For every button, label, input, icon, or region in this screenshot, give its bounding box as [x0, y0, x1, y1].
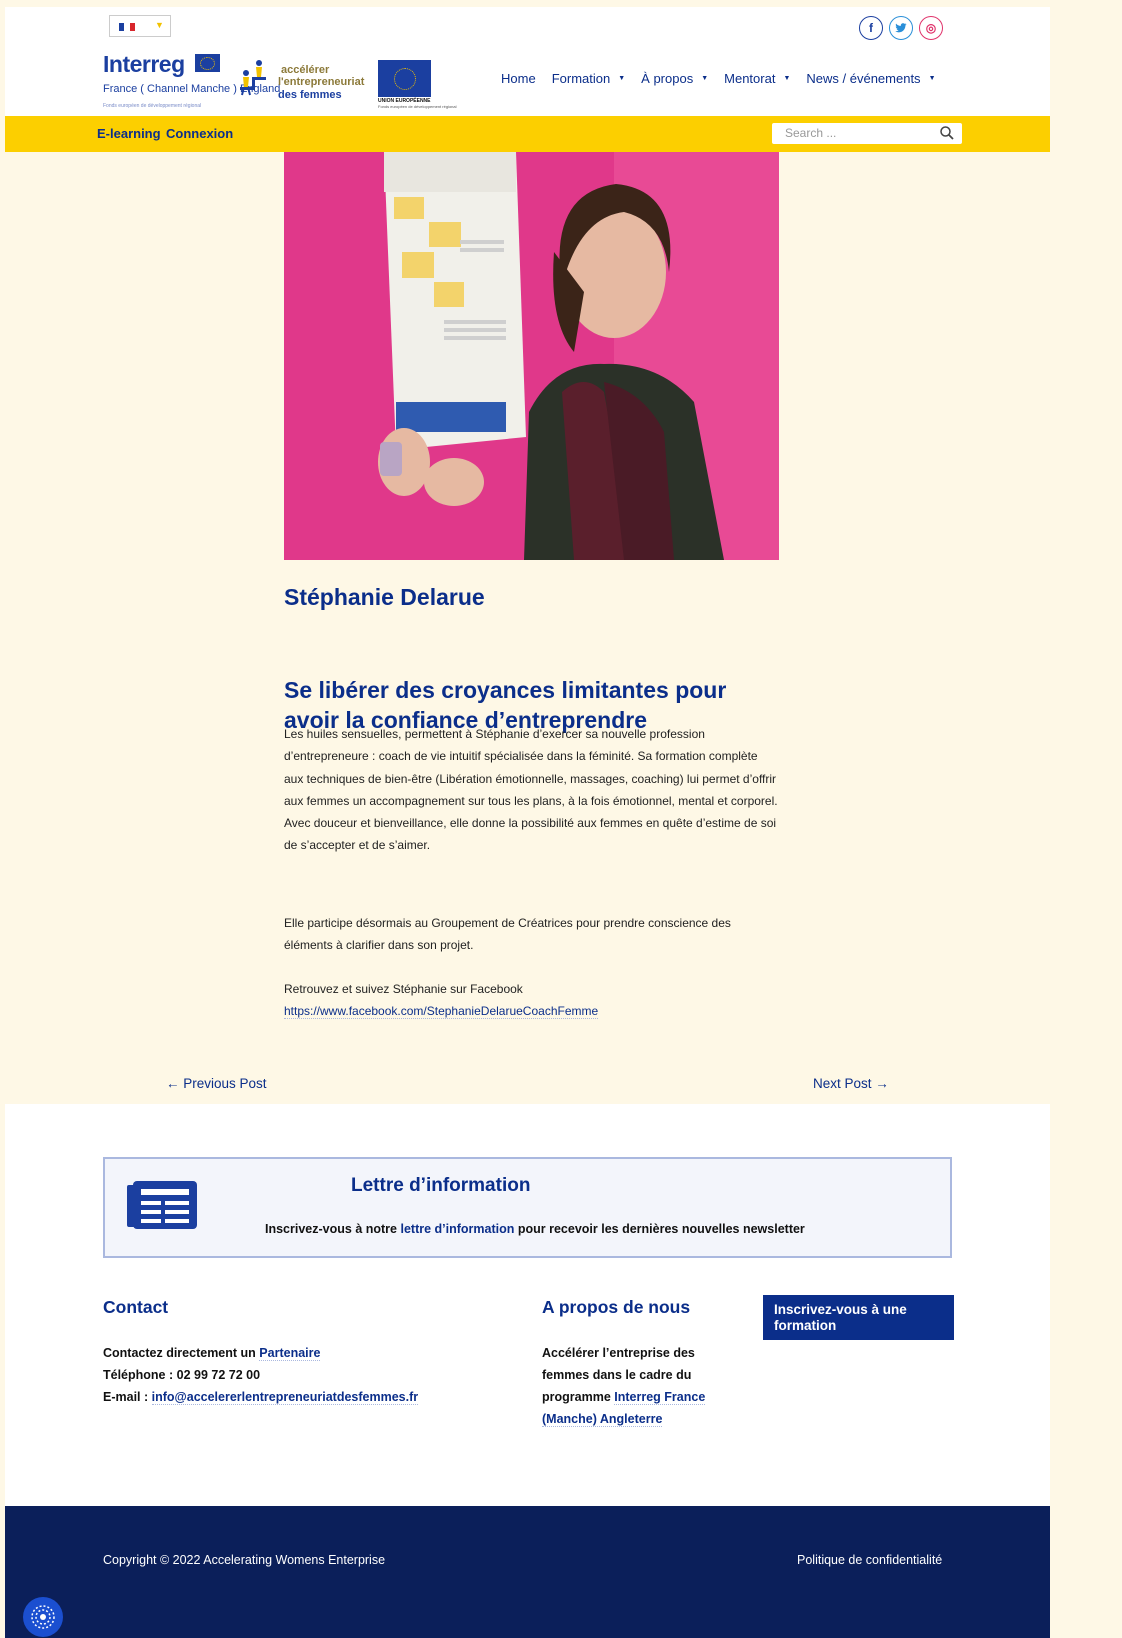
about-line-3: programme Interreg France — [542, 1386, 706, 1408]
interreg-wordmark: Interreg — [103, 51, 185, 77]
site-header: ▼ f ◎ Interreg France ( Channel Manche )… — [5, 7, 1050, 116]
footer-bottom: Copyright © 2022 Accelerating Womens Ent… — [5, 1506, 1050, 1638]
facebook-profile-link[interactable]: https://www.facebook.com/StephanieDelaru… — [284, 1004, 599, 1020]
post-paragraph-1: Les huiles sensuelles, permettent à Stép… — [284, 727, 778, 853]
contact-email-prefix: E-mail : — [103, 1390, 149, 1404]
nav-item-propos[interactable]: À propos ▼ — [641, 71, 708, 86]
nav-item-news-v-nements[interactable]: News / événements ▼ — [806, 71, 935, 86]
accessibility-icon[interactable] — [23, 1597, 63, 1637]
france-flag-icon — [119, 23, 135, 31]
search-icon[interactable] — [939, 125, 955, 141]
instagram-icon[interactable]: ◎ — [919, 16, 943, 40]
interreg-program-link-2[interactable]: (Manche) Angleterre — [542, 1412, 663, 1427]
newsletter-text: Inscrivez-vous à notre lettre d’informat… — [265, 1222, 805, 1236]
newsletter-text-after: pour recevoir les dernières nouvelles ne… — [517, 1222, 805, 1236]
page-frame: ▼ f ◎ Interreg France ( Channel Manche )… — [5, 0, 1050, 1638]
signup-training-button[interactable]: Inscrivez-vous à une formation — [763, 1295, 954, 1340]
aef-line1: accélérer — [281, 64, 330, 76]
portrait-illustration — [284, 152, 779, 560]
interreg-logo[interactable]: Interreg France ( Channel Manche ) Engla… — [103, 51, 280, 109]
featured-image — [284, 152, 779, 560]
interreg-program-link[interactable]: Interreg France — [614, 1390, 706, 1405]
nav-item-home[interactable]: Home — [501, 71, 536, 86]
nav-item-mentorat[interactable]: Mentorat ▼ — [724, 71, 790, 86]
chevron-down-icon: ▼ — [701, 75, 709, 82]
newsletter-box: Lettre d’information Inscrivez-vous à no… — [103, 1157, 952, 1258]
facebook-icon[interactable]: f — [859, 16, 883, 40]
newspaper-icon — [127, 1181, 197, 1229]
ue-logo: UNION EUROPÉENNE Fonds européen de dével… — [378, 60, 457, 110]
about-line-2: femmes dans le cadre du — [542, 1368, 692, 1382]
contact-partner-prefix: Contactez directement un — [103, 1346, 256, 1360]
aef-line3: des femmes — [278, 89, 342, 101]
connexion-link[interactable]: Connexion — [166, 126, 233, 141]
next-post-link[interactable]: Next Post → — [813, 1076, 889, 1091]
ue-subcaption: Fonds européen de développement régional — [378, 104, 457, 109]
search-placeholder: Search ... — [785, 126, 837, 140]
newsletter-link[interactable]: lettre d’information — [400, 1222, 514, 1236]
eu-flag-icon — [378, 60, 431, 97]
main-nav: Home Formation ▼ À propos ▼ Mentorat ▼ News / é… — [501, 71, 952, 86]
email-link[interactable]: info@accelererlentrepreneuriatdesfemmes.… — [151, 1390, 419, 1405]
post-paragraph-3: Retrouvez et suivez Stéphanie sur Facebo… — [284, 978, 779, 1023]
newsletter-text-before: Inscrivez-vous à notre — [265, 1222, 397, 1236]
about-program-prefix: programme — [542, 1390, 611, 1404]
post-paragraph-2: Elle participe désormais au Groupement d… — [284, 916, 731, 953]
contact-title: Contact — [103, 1297, 169, 1317]
aef-logo[interactable]: accélérer l'entrepreneuriat des femmes — [238, 51, 368, 111]
language-selector[interactable]: ▼ — [109, 15, 171, 37]
contact-email-line: E-mail : info@accelererlentrepreneuriatd… — [103, 1386, 419, 1408]
footer-widgets: Lettre d’information Inscrivez-vous à no… — [5, 1104, 1050, 1506]
elearning-link[interactable]: E-learning — [97, 126, 161, 141]
about-title: A propos de nous — [542, 1297, 691, 1317]
nav-item-label: Mentorat — [724, 71, 776, 86]
nav-item-formation[interactable]: Formation ▼ — [552, 71, 625, 86]
women-figures-icon — [240, 60, 266, 96]
nav-item-label: Formation — [551, 71, 611, 86]
search-input[interactable]: Search ... — [772, 123, 962, 144]
aef-line2: l'entrepreneuriat — [278, 76, 365, 88]
chevron-down-icon: ▼ — [928, 75, 936, 82]
post-title: Stéphanie Delarue — [284, 584, 485, 610]
chevron-down-icon: ▼ — [155, 20, 164, 30]
contact-phone: Téléphone : 02 99 72 72 00 — [103, 1368, 261, 1382]
about-line-4: (Manche) Angleterre — [542, 1408, 663, 1430]
interreg-tagline: Fonds européen de développement régional — [103, 103, 202, 109]
privacy-link[interactable]: Politique de confidentialité — [797, 1553, 942, 1567]
nav-item-label: News / événements — [806, 71, 921, 86]
previous-post-link[interactable]: ← Previous Post — [166, 1076, 267, 1091]
eu-flag-icon — [195, 54, 220, 72]
secondary-bar: E-learning Connexion Search ... — [5, 116, 1050, 152]
chevron-down-icon: ▼ — [783, 75, 791, 82]
chevron-down-icon: ▼ — [618, 75, 626, 82]
newsletter-title: Lettre d’information — [351, 1175, 531, 1196]
copyright: Copyright © 2022 Accelerating Womens Ent… — [103, 1553, 386, 1567]
facebook-intro: Retrouvez et suivez Stéphanie sur Facebo… — [284, 982, 523, 996]
about-line-1: Accélérer l’entreprise des — [542, 1346, 695, 1360]
partner-link[interactable]: Partenaire — [259, 1346, 321, 1361]
twitter-icon[interactable] — [889, 16, 913, 40]
contact-partner-line: Contactez directement un Partenaire — [103, 1342, 321, 1364]
nav-item-label: À propos — [641, 71, 694, 86]
nav-item-label: Home — [501, 71, 536, 86]
